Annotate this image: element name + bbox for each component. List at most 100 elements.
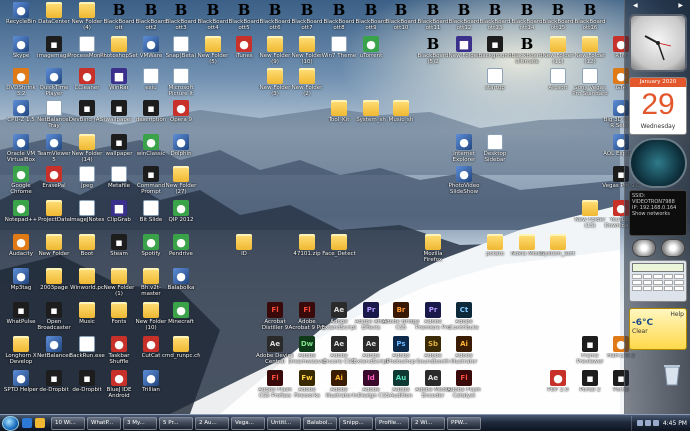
tray-clock[interactable]: 4:45 PM — [663, 420, 687, 427]
desktop-icon[interactable]: New Folder (2) — [290, 68, 324, 106]
desktop-icon[interactable]: ● PDF 2.0 — [541, 370, 575, 408]
desktop-icon[interactable]: potato — [478, 234, 512, 272]
desktop-icon[interactable]: ● CPU-Z 1.5 — [4, 100, 38, 138]
desktop-icon[interactable]: ▪ Steam — [102, 234, 136, 272]
desktop-icon[interactable]: ▪ wallpaper — [102, 100, 136, 138]
desktop-icon[interactable]: Boot — [70, 234, 104, 272]
desktop-icon[interactable]: ▪ de-Dropbit — [70, 370, 104, 408]
desktop-icon[interactable]: Metafile — [102, 166, 136, 204]
calculator-gadget[interactable] — [629, 260, 687, 302]
desktop-icon[interactable]: Dw Adobe Dreamweaver — [288, 336, 326, 374]
desktop-icon[interactable]: B BlackBoard ott7 — [290, 2, 324, 40]
desktop-icon[interactable]: Ct Adobe Contribute — [447, 302, 481, 340]
desktop-icon[interactable]: ID — [227, 234, 261, 272]
desktop-icon[interactable]: ● Audacity — [4, 234, 38, 272]
network-gadget[interactable]: SSID: VIDEOTRON7988 IP: 192.168.0.164 Sh… — [629, 190, 687, 236]
desktop-icon[interactable]: 47101.zip — [290, 234, 324, 272]
clock-gadget[interactable] — [629, 14, 687, 72]
desktop-icon[interactable]: ▪ de-Dropbit — [37, 370, 71, 408]
desktop-icon[interactable]: Fl Adobe Flash Catalyst — [447, 370, 481, 408]
desktop-icon[interactable]: New Folder (27) — [164, 166, 198, 204]
network-show-link[interactable]: Show networks — [632, 211, 684, 217]
desktop-icon[interactable]: 2003page — [37, 268, 71, 306]
desktop-icon[interactable]: Fl Acrobat Distiller 9 — [258, 302, 292, 340]
desktop-icon[interactable]: B BlackBoard ott3 — [164, 2, 198, 40]
desktop-icon[interactable]: B BlackBoard ott16 — [573, 2, 607, 40]
desktop-icon[interactable]: New Folder — [37, 234, 71, 272]
desktop-icon[interactable]: Ae Adobe Encore CS5 — [322, 336, 356, 374]
taskbar-window-button[interactable]: 3 My... — [123, 416, 157, 430]
tray-network-icon[interactable] — [636, 420, 643, 426]
cpu-meter-gadget[interactable] — [629, 138, 687, 188]
desktop-icon[interactable]: Ae Adobe ExtendScript — [321, 302, 357, 340]
desktop-icon[interactable]: ● Trillian — [134, 370, 168, 408]
taskbar-window-button[interactable]: WhatP... — [87, 416, 121, 430]
desktop-icon[interactable]: Mozilla Firefox — [416, 234, 450, 272]
desktop-icon[interactable]: Win7 Theme — [322, 36, 356, 74]
desktop-icon[interactable]: B BlackBoard ott8 — [322, 2, 356, 40]
desktop-icon[interactable]: B BlackBoard ott — [102, 2, 136, 40]
desktop-icon[interactable]: Fonts — [102, 302, 136, 340]
desktop-icon[interactable]: ● BlueJ IDE Android — [102, 370, 136, 408]
desktop-icon[interactable]: Face_Detect — [322, 234, 356, 272]
desktop-icon[interactable]: ▪ WhatPulse — [4, 302, 38, 340]
desktop-icon[interactable]: Au Adobe Audition — [384, 370, 418, 408]
desktop-icon[interactable]: Fl Adobe Acrobat 9 Pro — [289, 302, 325, 340]
desktop-icon[interactable]: Ae Adobe Device Central — [256, 336, 294, 374]
desktop-icon[interactable]: ProjectData — [37, 200, 71, 238]
desktop-icon[interactable]: B BlackBoard ott15 — [541, 2, 575, 40]
taskbar-window-button[interactable]: Untitl... — [267, 416, 301, 430]
desktop-icon[interactable]: ● SPTD Helper — [4, 370, 38, 408]
desktop-icon[interactable]: ● Google Chrome — [4, 166, 38, 204]
weather-gadget[interactable]: Help -6°C Clear — [629, 308, 687, 350]
desktop-icon[interactable]: ● RecycleBin — [4, 2, 38, 40]
taskbar-window-button[interactable]: Profile... — [375, 416, 409, 430]
taskbar-window-button[interactable]: 5 Pr... — [159, 416, 193, 430]
desktop-icon[interactable]: ● ErasePal — [37, 166, 71, 204]
sidebar-prev-button[interactable]: ◀ — [633, 2, 638, 12]
desktop-icon[interactable]: B BlackBoard ott13 — [478, 2, 512, 40]
desktop-icon[interactable]: ImageJNotes — [70, 200, 104, 238]
desktop-icon[interactable]: ● QIP 2012 — [164, 200, 198, 238]
desktop-icon[interactable]: DataCenter — [37, 2, 71, 40]
desktop-icon[interactable]: ● Mp3tag — [4, 268, 38, 306]
desktop-icon[interactable]: BackRun.exe — [69, 336, 105, 374]
desktop-icon[interactable]: ▪ DevBind (AS) — [69, 100, 105, 138]
desktop-icon[interactable]: B BlackBoard ott10 — [384, 2, 418, 40]
desktop-icon[interactable]: System_Soft — [541, 234, 575, 272]
desktop-icon[interactable]: Ai Adobe Illustrator — [322, 370, 356, 408]
desktop-icon[interactable]: Music — [70, 302, 104, 340]
desktop-icon[interactable]: Desktop Sidebar — [478, 134, 512, 172]
tray-app-icon[interactable] — [652, 420, 659, 426]
desktop-icon[interactable]: Tool_Kit — [322, 100, 356, 138]
desktop-icon[interactable]: ● Minecraft — [164, 302, 198, 340]
taskbar-window-button[interactable]: Snipp... — [339, 416, 373, 430]
desktop-icon[interactable]: Ai Adobe Illustrator — [447, 336, 481, 374]
desktop-icon[interactable]: ▪ Open Broadcaster — [37, 302, 71, 340]
taskbar-window-button[interactable]: 2 Wi... — [411, 416, 445, 430]
recycle-bin-icon[interactable] — [662, 362, 682, 386]
tray-volume-icon[interactable] — [644, 420, 651, 426]
desktop-icon[interactable]: Music_sh — [384, 100, 418, 138]
taskbar-window-button[interactable]: 2 Au... — [195, 416, 229, 430]
taskbar-window-button[interactable]: PPW... — [447, 416, 481, 430]
calendar-gadget[interactable]: January 2020 29 Wednesday — [629, 77, 687, 135]
quicklaunch-folder-icon[interactable] — [35, 418, 45, 428]
desktop-icon[interactable]: ● Notepad++ — [4, 200, 38, 238]
desktop-icon[interactable]: Br Adobe Bridge CS5 — [382, 302, 420, 340]
calculator-keypad[interactable] — [632, 274, 684, 291]
sidebar-next-button[interactable]: ▶ — [678, 2, 683, 12]
desktop-icon[interactable]: Winworld.pc — [70, 268, 104, 306]
desktop-icon[interactable]: Ps Adobe Photoshop — [384, 336, 418, 374]
start-button[interactable] — [2, 415, 19, 431]
desktop-icon[interactable]: B BlackBoard ott6 — [258, 2, 292, 40]
quicklaunch-browser-icon[interactable] — [22, 418, 32, 428]
desktop-icon[interactable]: Jpeg — [70, 166, 104, 204]
desktop-icon[interactable]: Fw Adobe Fireworks — [290, 370, 324, 408]
desktop-icon[interactable]: Longhorn X Develop — [4, 336, 38, 374]
desktop-icon[interactable]: New Folder (1) — [102, 268, 136, 306]
desktop-icon[interactable]: ● NetBalancer — [37, 336, 71, 374]
desktop-icon[interactable]: ● Taskbar Shuffle — [102, 336, 136, 374]
desktop-icon[interactable]: ● uTorrent — [354, 36, 388, 74]
desktop-icon[interactable]: startup — [478, 68, 512, 106]
